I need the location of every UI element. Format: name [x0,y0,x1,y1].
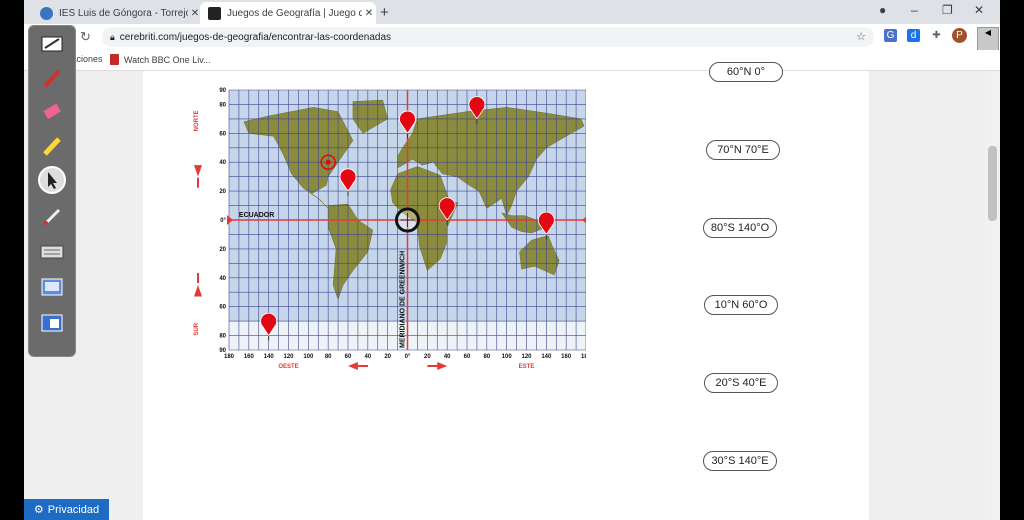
highlighter-icon[interactable] [36,132,68,160]
answer-option[interactable]: 30°S 140°E [703,451,777,471]
bookmark-star-icon[interactable]: ☆ [856,30,866,43]
bookmarks-bar: Aplicaciones Watch BBC One Liv... [24,50,1000,71]
annotation-toolbar [28,25,76,357]
answer-option[interactable]: 80°S 140°O [703,218,777,238]
privacy-button[interactable]: ⚙ Privacidad [24,499,109,520]
west-arrow-shaft [357,365,368,367]
answer-option[interactable]: 20°S 40°E [704,373,778,393]
longitude-tick-label: 60 [345,354,352,360]
brush-icon[interactable] [36,202,68,230]
restore-icon[interactable]: ❐ [942,3,953,17]
tab-strip: IES Luis de Góngora - Torrejón de ✕ Jueg… [24,0,1000,24]
longitude-tick-label: 120 [521,354,532,360]
answer-option[interactable]: 70°N 70°E [706,140,780,160]
gear-icon: ⚙ [33,504,44,516]
pen-icon[interactable] [36,64,68,92]
east-arrow-shaft [427,365,438,367]
media-control-icon[interactable]: ● [879,3,886,17]
longitude-tick-label: 60 [464,354,471,360]
minimize-icon[interactable]: – [911,3,918,17]
cerebriti-icon [208,6,221,20]
bbc-icon [110,54,119,65]
address-bar[interactable]: 🔒︎ cerebriti.com/juegos-de-geografia/enc… [102,27,874,47]
longitude-tick-label: 160 [561,354,572,360]
latitude-tick-label: 80 [219,102,226,108]
east-label: ESTE [519,364,535,370]
longitude-tick-label: 140 [264,354,275,360]
longitude-tick-label: 0° [405,354,411,360]
page-scrollbar[interactable] [985,71,1000,520]
game-page: ECUADOR MERIDIANO DE GREENWICH NORTE SUR 90 8… [143,62,869,520]
north-label: NORTE [194,110,200,131]
keyboard-icon[interactable] [36,238,68,266]
latitude-tick-label: 60 [219,305,226,311]
north-arrow-shaft [197,177,199,188]
browser-toolbar: ↻ 🔒︎ cerebriti.com/juegos-de-geografia/e… [24,24,1000,69]
translate-extension-icon[interactable]: G [884,29,897,42]
reload-icon[interactable]: ↻ [80,29,91,45]
longitude-tick-label: 180 [581,354,586,360]
answer-option[interactable]: 60°N 0° [709,62,783,82]
desktop-icon[interactable] [36,310,68,338]
browser-window: IES Luis de Góngora - Torrejón de ✕ Jueg… [24,0,1000,520]
screen-capture-icon[interactable] [36,274,68,302]
west-arrow-icon [348,362,358,370]
longitude-tick-label: 140 [541,354,552,360]
d-extension-icon[interactable]: d [907,29,920,42]
south-label: SUR [194,322,200,335]
new-tab-button[interactable]: + [380,4,389,21]
pointer-icon[interactable] [36,166,68,194]
lock-icon: 🔒︎ [110,31,115,42]
globe-icon [40,6,53,20]
longitude-tick-label: 80 [483,354,490,360]
north-arrow-icon [194,165,202,177]
selection-dot [325,159,331,165]
eraser-icon[interactable] [36,98,68,126]
longitude-tick-label: 80 [325,354,332,360]
close-icon[interactable]: ✕ [362,8,376,19]
bookmark-bbc[interactable]: Watch BBC One Liv... [110,54,211,65]
extensions-puzzle-icon[interactable]: ✚ [930,29,943,42]
latitude-tick-label: 40 [219,160,226,166]
greenwich-label: MERIDIANO DE GREENWICH [400,251,407,348]
url-text: cerebriti.com/juegos-de-geografia/encont… [119,31,392,43]
answer-option[interactable]: 10°N 60°O [704,295,778,315]
latitude-tick-label: 80 [219,334,226,340]
tab-title: Juegos de Geografía | Juego de [227,7,362,19]
west-label: OESTE [278,364,298,370]
longitude-tick-label: 40 [444,354,451,360]
east-arrow-icon [437,362,448,370]
longitude-tick-label: 120 [283,354,294,360]
longitude-tick-label: 20 [384,354,391,360]
latitude-tick-label: 20 [219,247,226,253]
latitude-tick-label: 60 [219,131,226,137]
latitude-tick-label: 40 [219,276,226,282]
close-window-icon[interactable]: ✕ [974,3,984,17]
longitude-tick-label: 180 [224,354,235,360]
tab-ies-luis-de-gongora[interactable]: IES Luis de Góngora - Torrejón de ✕ [32,2,202,24]
south-arrow-icon [194,285,202,297]
tab-juegos-de-geografia[interactable]: Juegos de Geografía | Juego de ✕ [200,2,376,24]
south-arrow-shaft [197,273,199,283]
world-coordinate-map[interactable]: ECUADOR MERIDIANO DE GREENWICH NORTE SUR 90 8… [186,80,586,370]
longitude-tick-label: 160 [244,354,255,360]
privacy-label: Privacidad [47,503,100,516]
scrollbar-thumb[interactable] [988,146,997,221]
longitude-tick-label: 100 [303,354,314,360]
latitude-tick-label: 90 [219,88,226,94]
latitude-tick-label: 20 [219,189,226,195]
longitude-tick-label: 20 [424,354,431,360]
longitude-tick-label: 40 [364,354,371,360]
tab-title: IES Luis de Góngora - Torrejón de [59,7,188,19]
longitude-tick-label: 100 [502,354,513,360]
whiteboard-icon[interactable] [36,30,68,58]
page-viewport: ECUADOR MERIDIANO DE GREENWICH NORTE SUR 90 8… [24,62,1000,520]
equator-label: ECUADOR [239,212,274,219]
latitude-tick-label: 0° [220,218,226,224]
profile-avatar[interactable]: P [952,28,967,43]
bookmark-label: Watch BBC One Liv... [124,54,211,65]
